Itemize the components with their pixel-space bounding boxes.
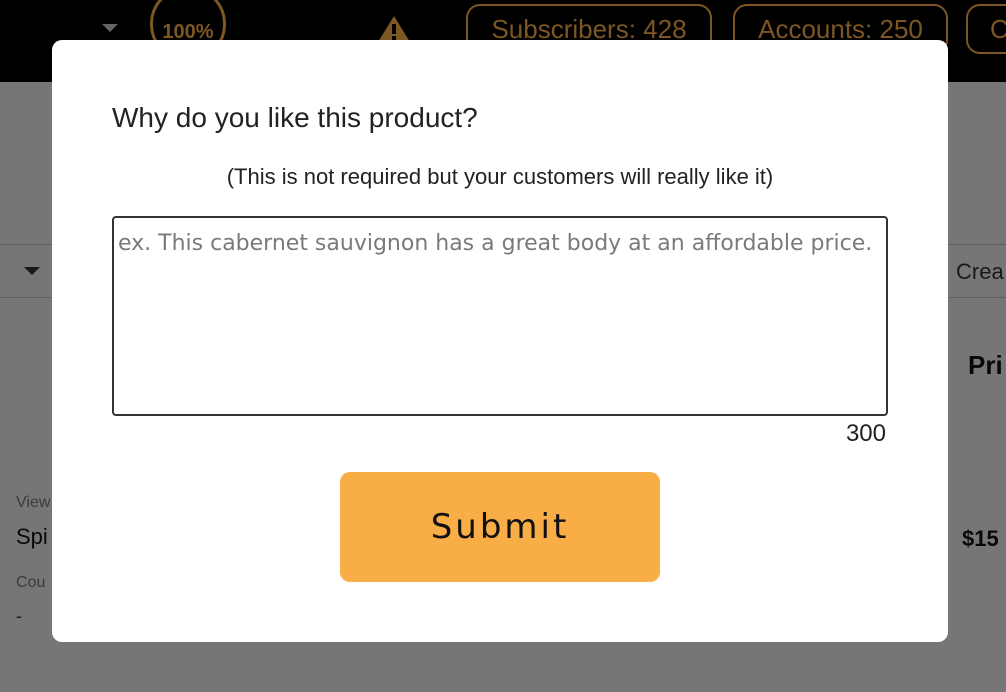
modal-title: Why do you like this product?: [112, 102, 478, 133]
feedback-modal: Why do you like this product? (This is n…: [52, 40, 948, 642]
character-counter: 300: [845, 420, 886, 447]
feedback-textarea[interactable]: [112, 216, 888, 416]
modal-subtitle: (This is not required but your customers…: [226, 164, 774, 189]
submit-button[interactable]: Submit: [340, 472, 660, 582]
